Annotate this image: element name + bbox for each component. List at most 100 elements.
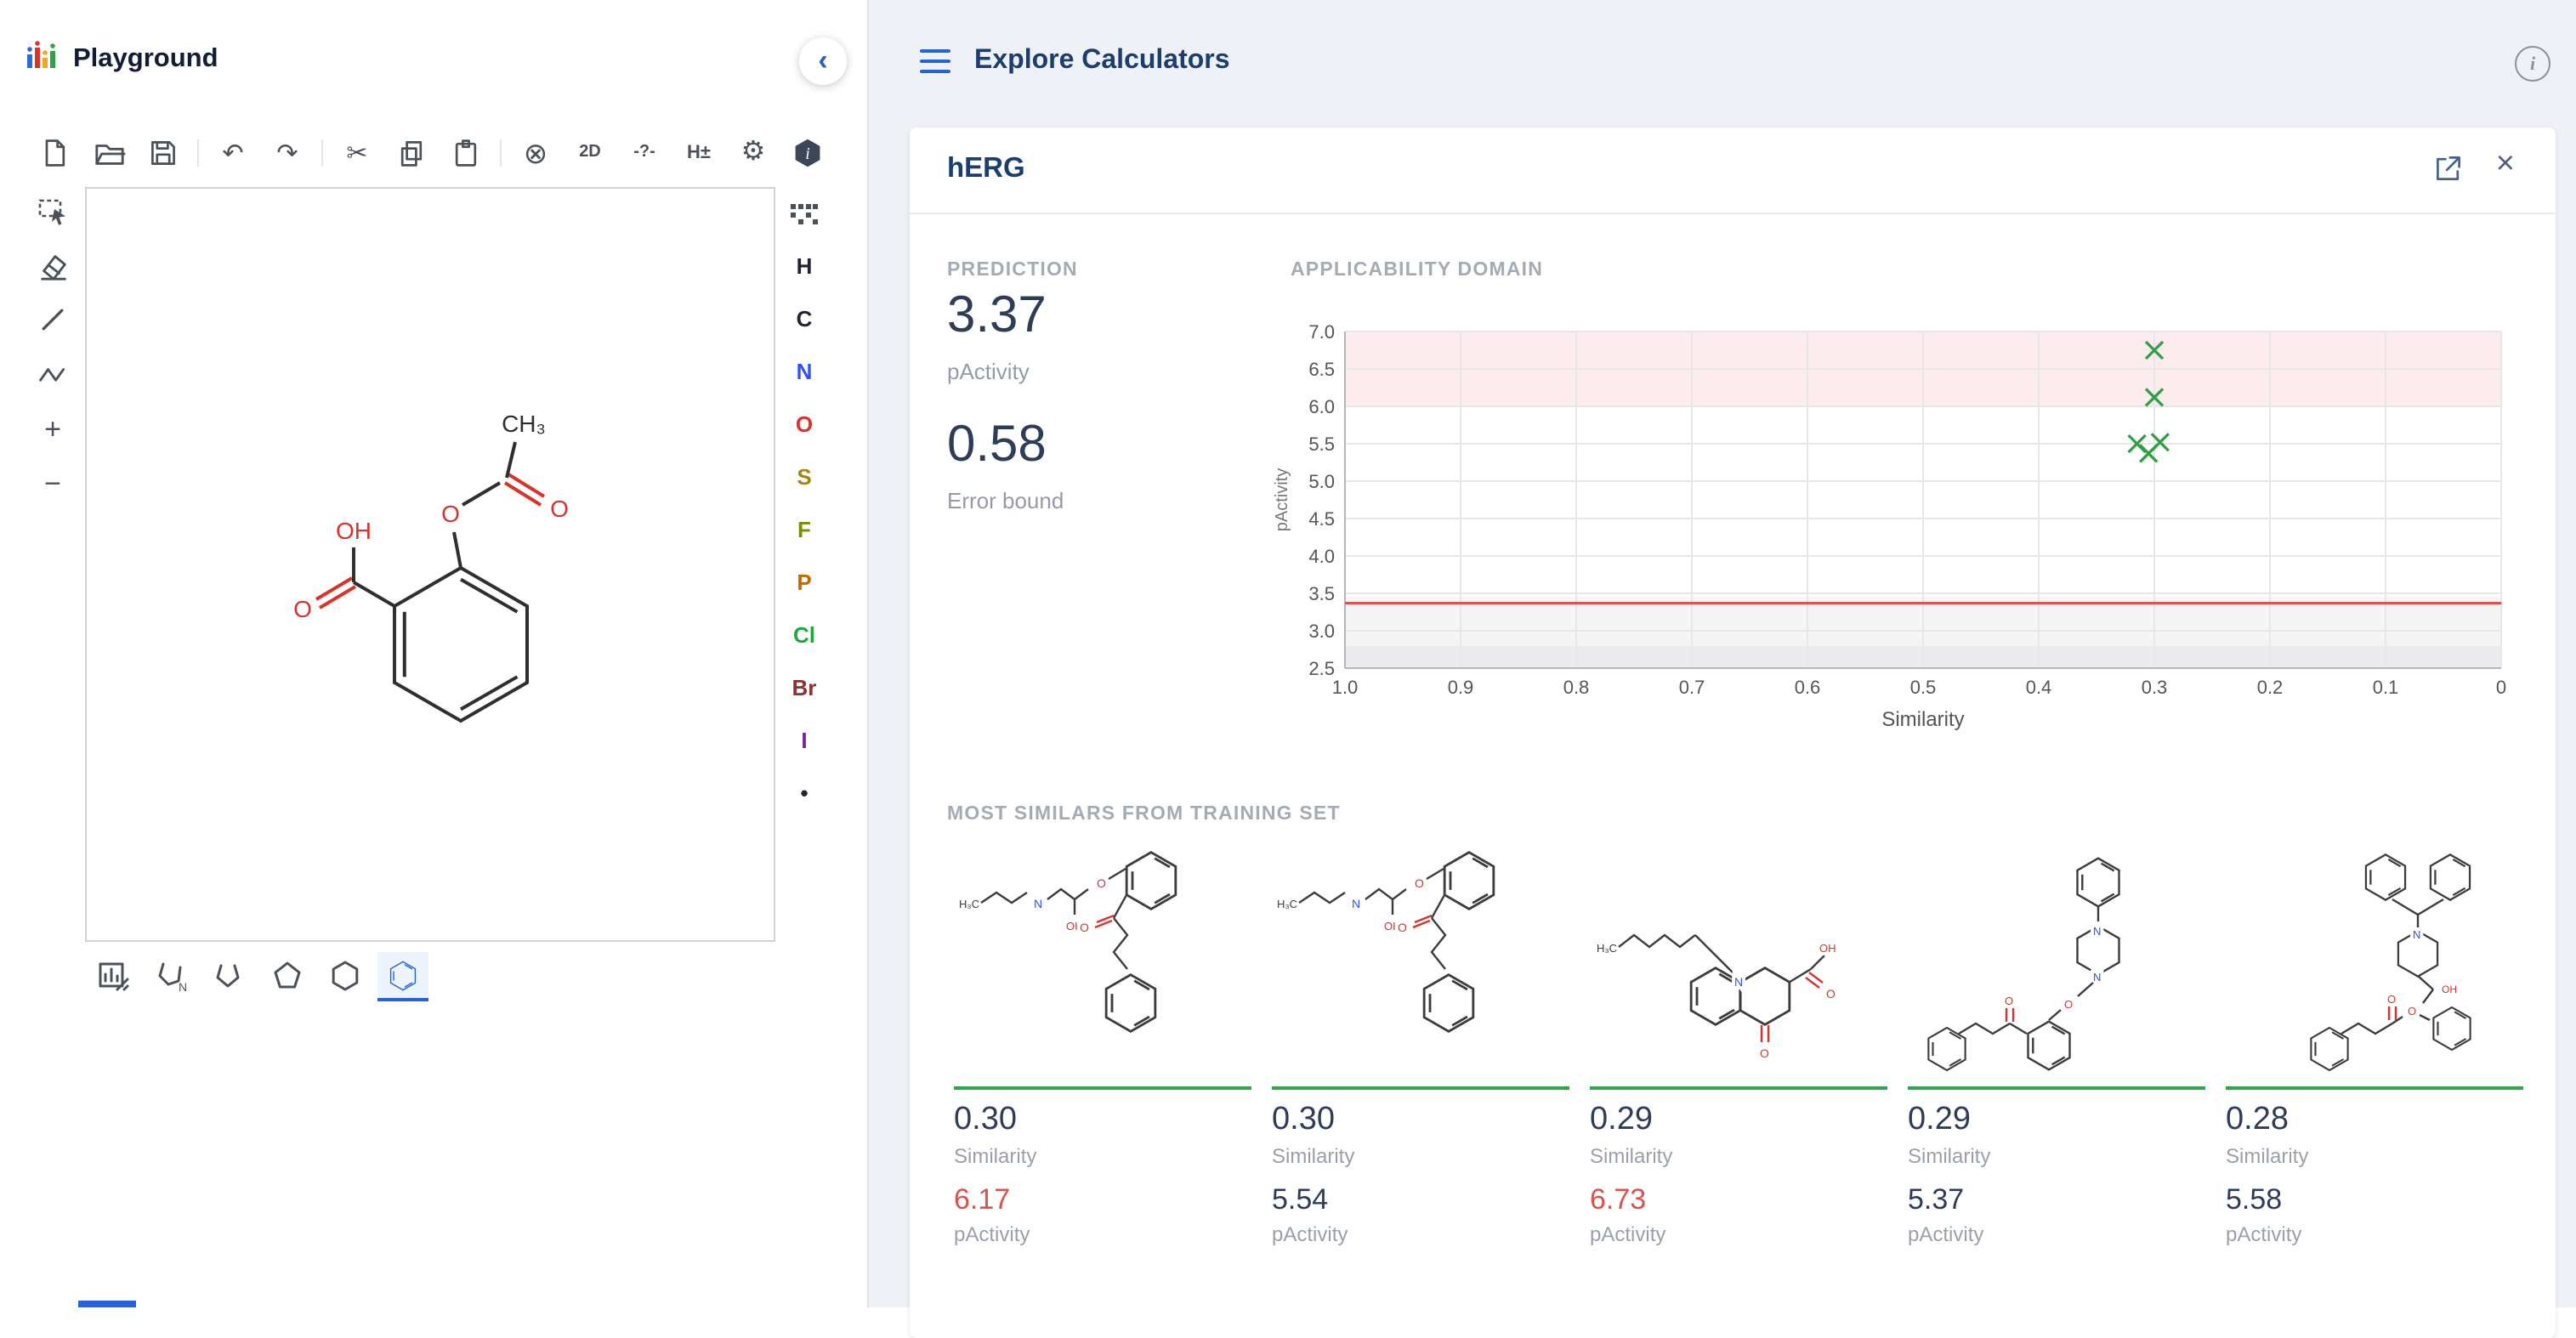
charge-plus-button[interactable]: + (32, 408, 73, 449)
copy-button[interactable] (391, 133, 432, 173)
divider (910, 213, 2556, 214)
similarity-label: Similarity (1908, 1144, 2205, 1168)
collapse-panel-button[interactable]: ‹ (799, 37, 847, 85)
element-H[interactable]: H (797, 240, 813, 292)
svg-text:O: O (1826, 987, 1836, 1001)
svg-text:4.5: 4.5 (1308, 508, 1335, 530)
svg-text:5.0: 5.0 (1308, 471, 1335, 492)
open-ring-template-button[interactable] (204, 952, 255, 1001)
pactivity-value: 5.37 (1908, 1183, 2205, 1217)
redo-button[interactable]: ↷ (267, 133, 308, 173)
template-toolbar: N (88, 952, 428, 1001)
atom-label-o-acid: O (293, 596, 312, 622)
svg-text:O: O (2005, 995, 2013, 1007)
save-button[interactable] (143, 133, 184, 173)
eraser-tool-button[interactable] (32, 245, 73, 286)
hydrogen-button[interactable]: H± (678, 133, 719, 173)
cyclopentane-template-button[interactable] (262, 952, 313, 1001)
similarity-value: 0.30 (954, 1102, 1251, 1139)
element-O[interactable]: O (796, 398, 813, 451)
undo-button[interactable]: ↶ (213, 133, 253, 173)
svg-text:N: N (2093, 925, 2101, 938)
similar-molecules-row: H₃C N OH O O (954, 845, 2523, 1246)
svg-text:O: O (1415, 876, 1424, 890)
element-C[interactable]: C (797, 292, 813, 345)
similarity-rule (954, 1086, 1251, 1090)
menu-icon[interactable] (920, 49, 950, 80)
similarity-value: 0.29 (1908, 1102, 2205, 1139)
similar-molecule-card[interactable]: H₃C N OH O O (954, 845, 1251, 1246)
pactivity-label: pActivity (1908, 1222, 2205, 1246)
element-Br[interactable]: Br (792, 661, 817, 714)
atom-label-oh: OH (336, 518, 372, 544)
info-cube-button[interactable]: i (787, 133, 828, 173)
svg-text:N: N (2413, 928, 2420, 941)
svg-text:0.3: 0.3 (2142, 677, 2168, 698)
element-F[interactable]: F (797, 503, 811, 556)
svg-text:7.0: 7.0 (1308, 321, 1335, 343)
svg-text:0.2: 0.2 (2257, 677, 2284, 698)
erase-group-button[interactable]: ⊗ (515, 133, 556, 173)
cyclohexane-template-button[interactable] (320, 952, 371, 1001)
layout-2d-button[interactable]: 2D (570, 133, 610, 173)
herg-card: hERG × PREDICTION 3.37 pActivity 0.58 Er… (910, 128, 2556, 1338)
svg-text:O: O (2408, 1005, 2416, 1018)
svg-text:0.8: 0.8 (1563, 677, 1590, 698)
svg-text:3.5: 3.5 (1308, 583, 1335, 604)
calculators-panel: Explore Calculators i hERG × PREDICTION … (867, 0, 2576, 1307)
svg-text:6.5: 6.5 (1308, 359, 1335, 380)
pactivity-label: pActivity (1272, 1222, 1569, 1246)
cut-button[interactable]: ✂ (337, 133, 377, 173)
svg-text:0.7: 0.7 (1679, 677, 1705, 698)
similar-molecule-card[interactable]: H₃C N O OH (1590, 845, 1887, 1246)
svg-text:2.5: 2.5 (1308, 658, 1335, 679)
query-icon: -?- (633, 145, 655, 162)
similarity-rule (1590, 1086, 1887, 1090)
selection-tool-button[interactable] (32, 190, 73, 231)
info-icon[interactable]: i (2515, 46, 2550, 82)
settings-button[interactable]: ⚙ (733, 133, 774, 173)
element-Cl[interactable]: Cl (793, 609, 815, 661)
svg-text:N: N (2093, 971, 2101, 984)
close-icon[interactable]: × (2496, 146, 2515, 184)
prediction-label: PREDICTION (947, 260, 1078, 281)
molecule-structure: H₃C N OH O O (1272, 845, 1569, 1086)
charge-minus-button[interactable]: − (32, 462, 73, 503)
periodic-table-icon[interactable] (789, 187, 820, 240)
element-N[interactable]: N (797, 345, 813, 398)
ring-n-template-button[interactable]: N (146, 952, 197, 1001)
atom-label-o-keto: O (550, 496, 569, 522)
pactivity-value: 5.54 (1272, 1183, 1569, 1217)
bond-tool-button[interactable] (32, 299, 73, 340)
export-icon[interactable] (2433, 153, 2464, 192)
query-button[interactable]: -?- (624, 133, 665, 173)
similar-molecule-card[interactable]: H₃C N OH O O (1272, 845, 1569, 1246)
open-file-button[interactable] (88, 133, 129, 173)
element-any[interactable]: • (800, 767, 808, 819)
svg-text:pActivity: pActivity (1273, 468, 1291, 531)
paste-button[interactable] (445, 133, 486, 173)
drawing-tools: + − (29, 190, 77, 503)
editor-panel: Playground ‹ ↶ ↷ ✂ (0, 0, 867, 1307)
svg-text:OH: OH (2442, 984, 2457, 995)
element-I[interactable]: I (801, 714, 807, 767)
chain-tool-button[interactable] (32, 354, 73, 394)
svg-text:3.0: 3.0 (1308, 621, 1335, 642)
svg-text:N: N (179, 979, 187, 992)
svg-text:O: O (1398, 921, 1407, 934)
element-P[interactable]: P (797, 556, 811, 609)
similar-molecule-card[interactable]: N OH O O (2226, 845, 2523, 1246)
element-S[interactable]: S (797, 451, 811, 503)
structure-canvas[interactable]: OH O O O CH₃ (85, 187, 775, 942)
new-document-button[interactable] (34, 133, 75, 173)
svg-text:4.0: 4.0 (1308, 546, 1335, 567)
svg-text:H₃C: H₃C (1277, 898, 1297, 910)
similar-molecule-card[interactable]: N N O O (1908, 845, 2205, 1246)
benzene-template-button[interactable] (377, 952, 428, 1001)
template-library-button[interactable] (88, 952, 139, 1001)
svg-text:N: N (1734, 975, 1743, 989)
pactivity-value: 6.73 (1590, 1183, 1887, 1217)
explore-calculators-title[interactable]: Explore Calculators (974, 46, 1230, 77)
pactivity-label: pActivity (1590, 1222, 1887, 1246)
similarity-value: 0.28 (2226, 1102, 2523, 1139)
